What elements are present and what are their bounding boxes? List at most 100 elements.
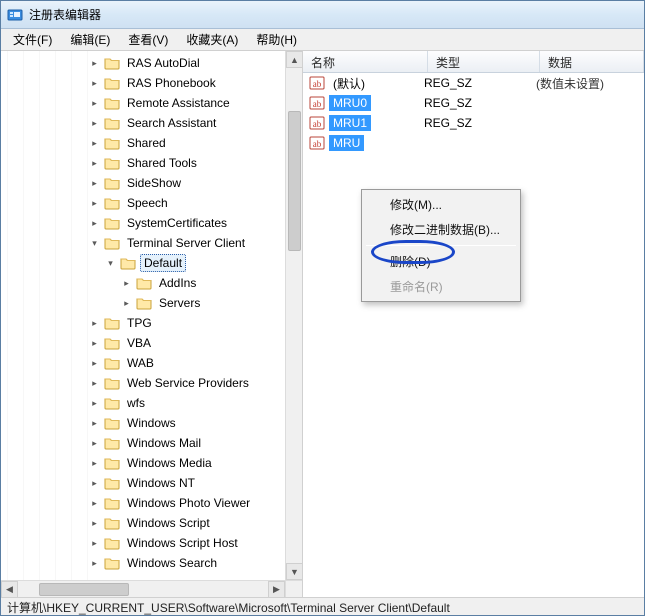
expand-icon[interactable]: ▸ [89,438,100,449]
ctx-modify[interactable]: 修改(M)... [364,192,518,217]
value-row[interactable]: ab MRU [303,133,644,153]
tree-item-label[interactable]: Shared Tools [124,155,200,171]
expand-icon[interactable]: ▸ [89,78,100,89]
expand-icon[interactable]: ▸ [89,98,100,109]
scroll-thumb[interactable] [288,111,301,251]
value-row[interactable]: ab (默认)REG_SZ(数值未设置) [303,73,644,93]
menu-edit[interactable]: 编辑(E) [62,29,118,50]
collapse-icon[interactable]: ▾ [89,238,100,249]
expand-icon[interactable]: ▸ [89,478,100,489]
tree-item[interactable]: ▾ Terminal Server Client [5,233,285,253]
expand-icon[interactable]: ▸ [89,318,100,329]
tree-item[interactable]: ▸ TPG [5,313,285,333]
tree-item-label[interactable]: Web Service Providers [124,375,252,391]
expand-icon[interactable]: ▸ [89,498,100,509]
tree-item-label[interactable]: Default [140,254,186,272]
tree-item[interactable]: ▸ Servers [5,293,285,313]
expand-icon[interactable]: ▸ [89,158,100,169]
column-header-type[interactable]: 类型 [428,51,540,72]
column-header-name[interactable]: 名称 [303,51,428,72]
scroll-up-button[interactable]: ▲ [286,51,303,68]
tree-item-label[interactable]: VBA [124,335,154,351]
ctx-delete[interactable]: 删除(D) [364,249,518,274]
tree-item[interactable]: ▸ Windows Script Host [5,533,285,553]
tree-item-label[interactable]: RAS AutoDial [124,55,203,71]
expand-icon[interactable]: ▸ [89,118,100,129]
expand-icon[interactable]: ▸ [89,538,100,549]
tree-item-label[interactable]: Terminal Server Client [124,235,248,251]
expand-icon[interactable]: ▸ [89,458,100,469]
menu-help[interactable]: 帮助(H) [248,29,305,50]
collapse-icon[interactable]: ▾ [105,258,116,269]
tree-item[interactable]: ▸ Shared [5,133,285,153]
tree-item-label[interactable]: Search Assistant [124,115,219,131]
scroll-right-button[interactable]: ▶ [268,581,285,597]
menu-view[interactable]: 查看(V) [120,29,176,50]
tree-item[interactable]: ▸ WAB [5,353,285,373]
tree-item[interactable]: ▸ wfs [5,393,285,413]
tree-item-label[interactable]: Servers [156,295,203,311]
tree-item[interactable]: ▸ Shared Tools [5,153,285,173]
registry-tree[interactable]: ▸ RAS AutoDial▸ RAS Phonebook▸ Remote As… [5,53,285,573]
tree-item-label[interactable]: Speech [124,195,171,211]
tree-item-label[interactable]: WAB [124,355,157,371]
tree-item[interactable]: ▸ Windows Script [5,513,285,533]
tree-item[interactable]: ▸ RAS Phonebook [5,73,285,93]
tree-item[interactable]: ▸ Web Service Providers [5,373,285,393]
tree-item-label[interactable]: wfs [124,395,148,411]
tree-item[interactable]: ▸ Windows Photo Viewer [5,493,285,513]
value-row[interactable]: ab MRU0REG_SZ [303,93,644,113]
expand-icon[interactable]: ▸ [89,138,100,149]
tree-item[interactable]: ▸ AddIns [5,273,285,293]
tree-item-label[interactable]: TPG [124,315,155,331]
expand-icon[interactable]: ▸ [89,338,100,349]
value-row[interactable]: ab MRU1REG_SZ [303,113,644,133]
scroll-left-button[interactable]: ◀ [1,581,18,597]
expand-icon[interactable]: ▸ [89,558,100,569]
tree-item[interactable]: ▸ Remote Assistance [5,93,285,113]
tree-item-label[interactable]: Windows Script [124,515,213,531]
tree-item-label[interactable]: Windows Mail [124,435,204,451]
expand-icon[interactable]: ▸ [121,298,132,309]
scroll-down-button[interactable]: ▼ [286,563,303,580]
tree-item-label[interactable]: Windows Search [124,555,220,571]
tree-item-label[interactable]: SideShow [124,175,184,191]
scroll-thumb[interactable] [39,583,129,596]
tree-item-label[interactable]: Windows Script Host [124,535,241,551]
expand-icon[interactable]: ▸ [89,358,100,369]
tree-item-label[interactable]: Remote Assistance [124,95,233,111]
expand-icon[interactable]: ▸ [89,518,100,529]
tree-item-label[interactable]: Windows Media [124,455,215,471]
column-header-data[interactable]: 数据 [540,51,644,72]
expand-icon[interactable]: ▸ [89,378,100,389]
tree-item[interactable]: ▸ Windows Mail [5,433,285,453]
expand-icon[interactable]: ▸ [121,278,132,289]
tree-item[interactable]: ▾ Default [5,253,285,273]
menu-favorites[interactable]: 收藏夹(A) [178,29,246,50]
expand-icon[interactable]: ▸ [89,218,100,229]
tree-item-label[interactable]: Windows [124,415,179,431]
menu-file[interactable]: 文件(F) [5,29,60,50]
tree-item[interactable]: ▸ VBA [5,333,285,353]
tree-item[interactable]: ▸ RAS AutoDial [5,53,285,73]
expand-icon[interactable]: ▸ [89,398,100,409]
tree-item-label[interactable]: Windows Photo Viewer [124,495,253,511]
expand-icon[interactable]: ▸ [89,58,100,69]
tree-item-label[interactable]: Windows NT [124,475,198,491]
expand-icon[interactable]: ▸ [89,418,100,429]
tree-hscrollbar[interactable]: ◀ ▶ [1,580,285,597]
tree-item[interactable]: ▸ Windows Search [5,553,285,573]
tree-item[interactable]: ▸ SideShow [5,173,285,193]
tree-item[interactable]: ▸ Search Assistant [5,113,285,133]
ctx-modify-binary[interactable]: 修改二进制数据(B)... [364,217,518,242]
tree-item-label[interactable]: AddIns [156,275,199,291]
tree-item-label[interactable]: SystemCertificates [124,215,230,231]
tree-item-label[interactable]: RAS Phonebook [124,75,219,91]
tree-item[interactable]: ▸ SystemCertificates [5,213,285,233]
tree-vscrollbar[interactable]: ▲ ▼ [285,51,302,580]
tree-item[interactable]: ▸ Windows [5,413,285,433]
tree-item[interactable]: ▸ Speech [5,193,285,213]
expand-icon[interactable]: ▸ [89,198,100,209]
tree-item[interactable]: ▸ Windows NT [5,473,285,493]
values-list[interactable]: ab (默认)REG_SZ(数值未设置) ab MRU0REG_SZ ab MR… [303,73,644,153]
